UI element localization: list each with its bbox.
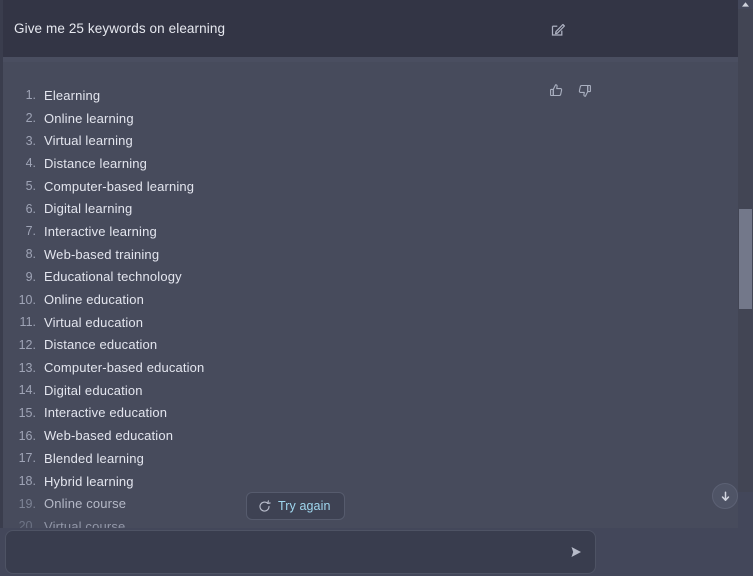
list-item-label: Computer-based learning [44,178,195,194]
scrollbar-lower-region [738,492,753,576]
list-item: 17. Blended learning [0,447,560,470]
list-item-label: Digital learning [44,201,133,217]
list-item-number: 17. [18,451,36,466]
arrow-down-icon [719,490,732,503]
message-input[interactable] [18,531,572,575]
list-item-number: 13. [18,360,36,375]
list-item-number: 19. [18,496,36,511]
list-item: 6. Digital learning [0,197,560,220]
list-item: 9. Educational technology [0,266,560,289]
list-item: 5. Computer-based learning [0,175,560,198]
list-item-number: 18. [18,474,36,489]
list-item-number: 9. [25,269,36,284]
refresh-icon [258,499,271,513]
list-item-number: 14. [18,383,36,398]
scrollbar-track[interactable] [738,9,753,492]
list-item: 16. Web-based education [0,424,560,447]
list-item-label: Educational technology [44,269,182,285]
scroll-to-bottom-button[interactable] [712,483,738,509]
list-item-label: Online education [44,292,144,308]
user-prompt-text: Give me 25 keywords on elearning [14,21,226,36]
thumbs-up-icon[interactable] [548,82,564,98]
list-item-label: Computer-based education [44,360,205,376]
edit-square-icon[interactable] [548,19,568,39]
reaction-bar [548,82,592,98]
list-item: 3. Virtual learning [0,129,560,152]
user-message-turn: Give me 25 keywords on elearning [0,0,738,57]
list-item-number: 2. [25,111,36,126]
list-item-label: Virtual learning [44,133,133,149]
keyword-list: 1. Elearning 2. Online learning 3. Virtual le… [0,84,560,538]
list-item-number: 1. [25,88,36,103]
thumbs-down-icon[interactable] [576,82,592,98]
list-item-number: 15. [18,405,36,420]
list-item-label: Hybrid learning [44,473,134,489]
list-item-label: Web-based training [44,246,160,262]
user-message-row: Give me 25 keywords on elearning [14,0,738,57]
list-item-number: 5. [25,179,36,194]
list-item-label: Virtual education [44,314,144,330]
list-item-number: 7. [25,224,36,239]
scrollbar-thumb[interactable] [739,209,752,309]
list-item-number: 10. [18,292,36,307]
list-item: 14. Digital education [0,379,560,402]
vertical-scrollbar[interactable] [738,0,753,576]
list-item: 1. Elearning [0,84,560,107]
try-again-label: Try again [278,499,331,513]
list-item-label: Interactive learning [44,223,157,239]
list-item: 15. Interactive education [0,402,560,425]
assistant-message-turn: 1. Elearning 2. Online learning 3. Virtual le… [0,62,738,576]
list-item: 11. Virtual education [0,311,560,334]
composer-zone [0,528,738,576]
try-again-button[interactable]: Try again [246,492,345,520]
list-item: 4. Distance learning [0,152,560,175]
list-item-number: 16. [18,428,36,443]
list-item-label: Blended learning [44,450,144,466]
list-item: 7. Interactive learning [0,220,560,243]
list-item: 13. Computer-based education [0,356,560,379]
list-item-label: Online learning [44,110,134,126]
list-item-number: 6. [25,201,36,216]
scroll-up-arrow-icon[interactable] [738,0,753,9]
list-item-number: 8. [25,247,36,262]
list-item-number: 11. [19,315,36,330]
list-item-number: 4. [25,156,36,171]
send-arrow-icon[interactable] [565,541,587,563]
list-item: 10. Online education [0,288,560,311]
list-item-label: Distance education [44,337,158,353]
list-item: 2. Online learning [0,107,560,130]
list-item: 8. Web-based training [0,243,560,266]
list-item: 18. Hybrid learning [0,470,560,493]
list-item-label: Interactive education [44,405,168,421]
list-item-label: Distance learning [44,155,147,171]
list-item-label: Digital education [44,382,143,398]
list-item: 12. Distance education [0,334,560,357]
chat-app: Give me 25 keywords on elearning 1. Elear… [0,0,753,576]
left-edge-rail [0,0,3,576]
list-item-label: Online course [44,496,127,512]
list-item-number: 3. [25,133,36,148]
list-item-label: Elearning [44,87,101,103]
composer-box[interactable] [5,530,596,575]
chat-column: Give me 25 keywords on elearning 1. Elear… [0,0,738,576]
list-item-number: 12. [18,337,36,352]
list-item-label: Web-based education [44,428,174,444]
